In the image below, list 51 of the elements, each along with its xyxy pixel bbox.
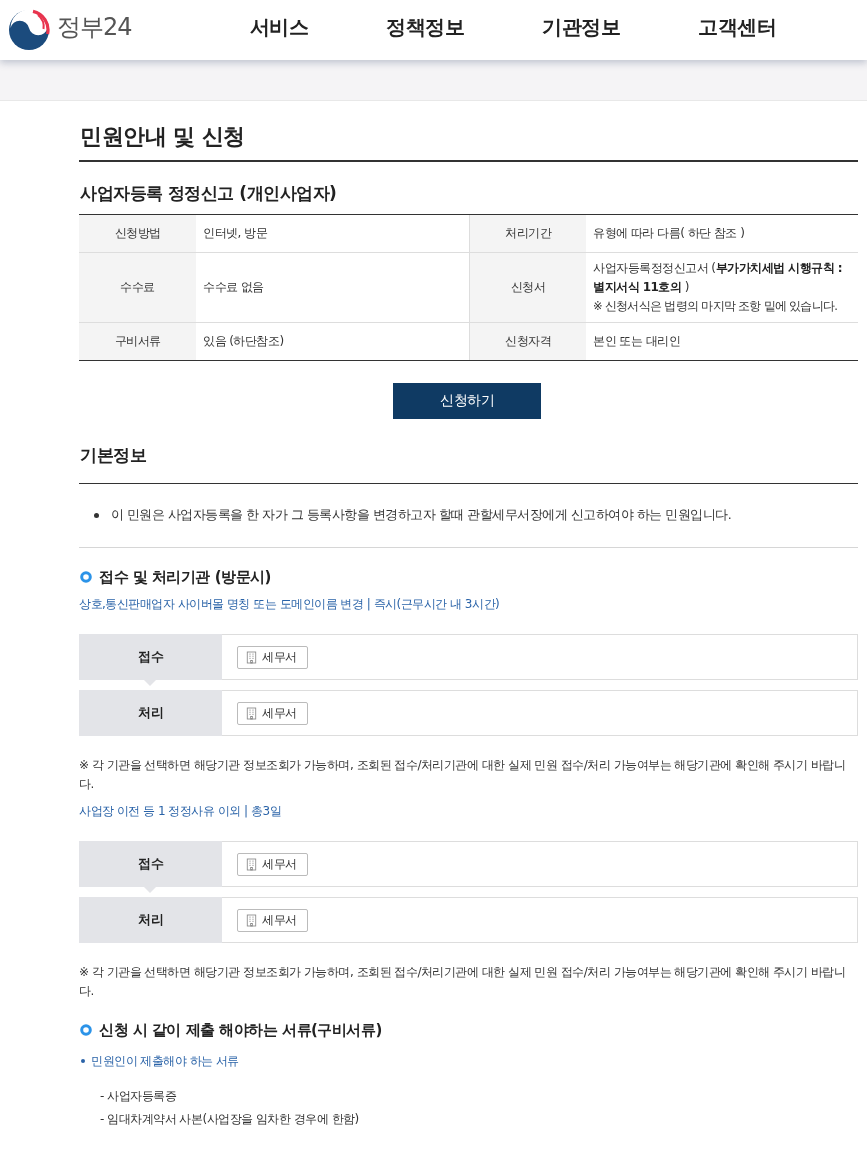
service-title: 사업자등록 정정신고 (개인사업자) <box>79 182 338 205</box>
table-cell-text: 사업자등록정정신고서 (부가가치세법 시행규칙 : 별지서식 11호의 ) <box>593 260 844 296</box>
ring-icon <box>80 571 92 583</box>
logo-icon[interactable] <box>8 9 50 51</box>
office-button[interactable]: 세무서 <box>237 852 308 876</box>
notice-text: ※ 각 기관을 선택하면 해당기관 정보조회가 가능하며, 조회된 접수/처리기관에 대한 실제 민원 접수/처리 가능여부는 해당기관에 확인해 주시기 바랍니다. <box>79 757 847 793</box>
bullet-icon <box>81 1059 85 1063</box>
table-cell-note: ※ 신청서식은 법령의 마지막 조항 밑에 있습니다. <box>593 298 839 315</box>
ring-icon <box>80 1024 92 1036</box>
step-label: 처리 <box>79 897 222 943</box>
table-header-cell: 신청자격 <box>469 323 586 360</box>
table-cell-text: 인터넷, 방문 <box>203 225 269 242</box>
table-header-cell: 신청방법 <box>79 215 196 253</box>
table-header-cell: 처리기간 <box>469 215 586 253</box>
office-button[interactable]: 세무서 <box>237 701 308 725</box>
document-item: - 사업자등록증 <box>100 1088 178 1105</box>
document-item: - 임대차계약서 사본(사업장을 임차한 경우에 한함) <box>100 1111 360 1128</box>
table-header-cell: 수수료 <box>79 253 196 323</box>
nav-link[interactable]: 서비스 <box>249 13 309 41</box>
table-cell-text: 있음 (하단참조) <box>203 333 285 350</box>
apply-button[interactable]: 신청하기 <box>393 383 541 419</box>
logo-text[interactable]: 정부24 <box>57 11 132 43</box>
case-heading: 상호,통신판매업자 사이버몰 명칭 또는 도메인이름 변경 | 즉시(근무시간 내 3시간) <box>79 596 501 613</box>
section-subtitle: 접수 및 처리기관 (방문시) <box>99 567 271 587</box>
bullet-text: 이 민원은 사업자등록을 한 자가 그 등록사항을 변경하고자 할때 관할세무서장에게 신고하여야 하는 민원입니다. <box>111 506 732 524</box>
bullet-icon <box>94 512 99 518</box>
section-title: 기본정보 <box>79 419 858 484</box>
step-label: 접수 <box>79 634 222 680</box>
table-header-cell: 구비서류 <box>79 323 196 360</box>
section-subtitle: 신청 시 같이 제출 해야하는 서류(구비서류) <box>99 1020 382 1040</box>
nav-link[interactable]: 고객센터 <box>698 13 777 41</box>
building-icon <box>246 650 257 664</box>
table-cell-text: 수수료 없음 <box>203 279 265 296</box>
nav-link[interactable]: 정책정보 <box>386 13 465 41</box>
pointer-arrow-icon <box>144 680 156 686</box>
document-group-title: 민원인이 제출해야 하는 서류 <box>91 1053 239 1070</box>
step-label: 접수 <box>79 841 222 887</box>
step-label: 처리 <box>79 690 222 736</box>
office-button[interactable]: 세무서 <box>237 645 308 669</box>
building-icon <box>246 913 257 927</box>
office-button[interactable]: 세무서 <box>237 908 308 932</box>
notice-text: ※ 각 기관을 선택하면 해당기관 정보조회가 가능하며, 조회된 접수/처리기관에 대한 실제 민원 접수/처리 가능여부는 해당기관에 확인해 주시기 바랍니다. <box>79 964 847 1000</box>
page-title: 민원안내 및 신청 <box>79 101 858 162</box>
table-header-cell: 신청서 <box>469 253 586 323</box>
table-cell-text: 본인 또는 대리인 <box>593 333 682 350</box>
case-heading: 사업장 이전 등 1 정정사유 이외 | 총3일 <box>79 803 282 820</box>
building-icon <box>246 706 257 720</box>
pointer-arrow-icon <box>144 887 156 893</box>
nav-link[interactable]: 기관정보 <box>542 13 621 41</box>
building-icon <box>246 857 257 871</box>
table-cell-text: 유형에 따라 다름( 하단 참조 ) <box>593 225 746 242</box>
